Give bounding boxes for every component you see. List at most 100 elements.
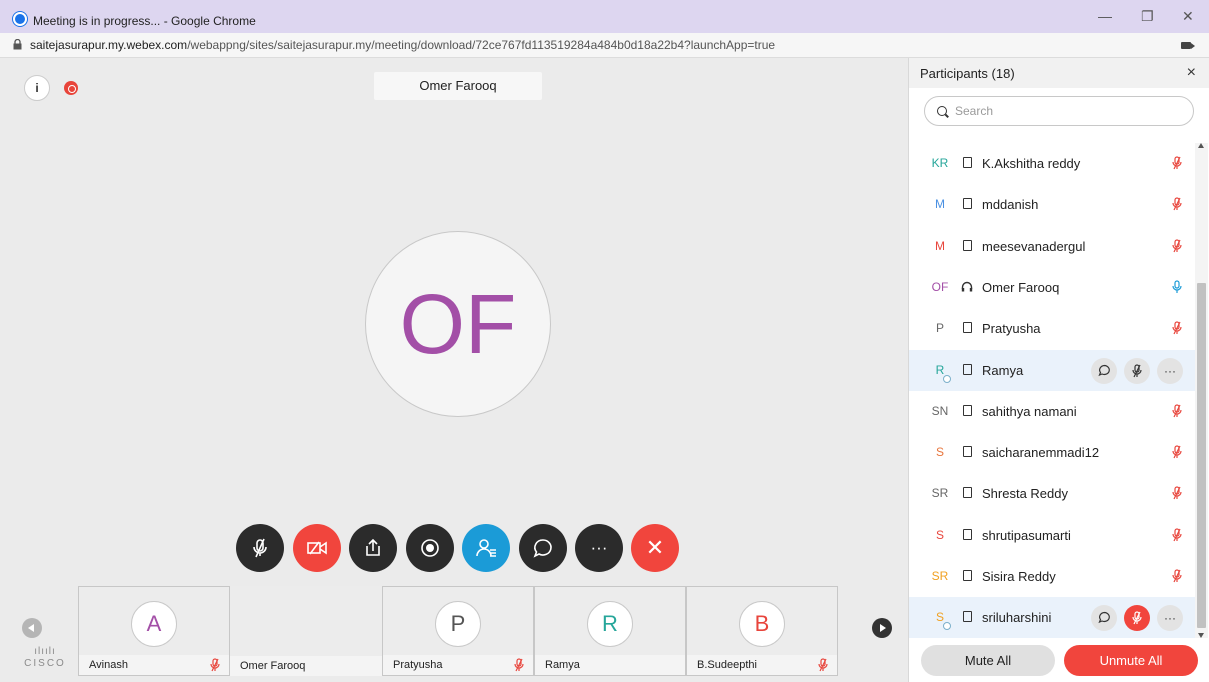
webex-meeting-window: Meeting is in progress... - Google Chrom… [0, 0, 1209, 682]
cisco-logo: ılıılı CISCO [20, 646, 70, 670]
participant-thumbnail[interactable]: P Pratyusha [382, 586, 534, 676]
microphone-muted-icon [1172, 404, 1182, 418]
participant-row[interactable]: Mmeesevanadergul [909, 226, 1195, 267]
microphone-muted-icon [818, 658, 828, 672]
participant-avatar: OF [931, 279, 949, 294]
participant-avatar: KR [931, 156, 949, 170]
participant-row[interactable]: P Pratyusha [909, 308, 1195, 349]
scroll-down-arrow-icon[interactable] [1198, 633, 1204, 638]
phone-device-icon [963, 446, 972, 458]
lock-icon [13, 39, 22, 50]
meeting-stage: i Omer Farooq OF ··· ✕ ılıılı CISCO A Av… [8, 58, 908, 682]
participants-button[interactable] [462, 524, 510, 572]
unmute-all-button[interactable]: Unmute All [1064, 645, 1198, 676]
thumbnail-name: Pratyusha [383, 655, 533, 675]
microphone-muted-icon [1172, 486, 1182, 500]
microphone-muted-icon [1172, 321, 1182, 335]
more-options-button[interactable]: ··· [575, 524, 623, 572]
participants-title: Participants (18) [920, 66, 1015, 81]
recording-indicator-icon[interactable] [64, 81, 78, 95]
video-off-icon [307, 541, 327, 555]
microphone-muted-icon [514, 658, 524, 672]
record-button[interactable] [406, 524, 454, 572]
restore-button[interactable]: ❐ [1141, 8, 1154, 25]
microphone-muted-icon [1132, 611, 1142, 625]
thumbnails-next-button[interactable] [872, 618, 892, 638]
active-speaker-label: Omer Farooq [374, 72, 542, 100]
participant-row[interactable]: KR K.Akshitha reddy [909, 143, 1195, 184]
participant-thumbnail[interactable]: R Ramya [534, 586, 686, 676]
info-button[interactable]: i [24, 75, 50, 101]
participant-thumbnail[interactable]: B B.Sudeepthi [686, 586, 838, 676]
phone-device-icon [963, 570, 972, 581]
url-text[interactable]: saitejasurapur.my.webex.com/webappng/sit… [30, 38, 775, 52]
close-window-button[interactable]: ✕ [1182, 8, 1194, 25]
participant-more-button[interactable]: ··· [1157, 605, 1183, 632]
participant-row[interactable]: SN sahithya namani [909, 391, 1195, 432]
thumbnails-prev-button[interactable] [22, 618, 42, 638]
thumbnail-name: Omer Farooq [230, 656, 382, 676]
microphone-muted-icon [210, 658, 220, 672]
thumbnail-name: Ramya [535, 655, 685, 675]
participants-panel: Participants (18) × KR K.Akshitha reddy Mm… [908, 58, 1209, 682]
participant-avatar: P [935, 321, 944, 336]
url-host: saitejasurapur.my.webex.com [30, 38, 188, 52]
share-content-button[interactable] [349, 524, 397, 572]
url-path: /webappng/sites/saitejasurapur.my/meetin… [187, 38, 776, 52]
mute-button[interactable] [236, 524, 284, 572]
participant-search[interactable] [924, 96, 1194, 126]
participant-avatar: S [935, 445, 944, 460]
microphone-muted-icon [1172, 569, 1182, 583]
start-video-button[interactable] [293, 524, 341, 572]
thumbnail-name: B.Sudeepthi [687, 655, 837, 675]
chrome-webex-icon [13, 12, 27, 26]
participant-row[interactable]: SR Sisira Reddy [909, 556, 1195, 597]
participant-thumbnail[interactable]: A Avinash [78, 586, 230, 676]
chat-bubble-icon [1098, 612, 1110, 624]
window-title: Meeting is in progress... - Google Chrom… [33, 14, 256, 28]
share-icon [366, 538, 380, 556]
leave-meeting-button[interactable]: ✕ [631, 524, 679, 572]
participant-row[interactable]: Ssriluharshini ··· [909, 597, 1195, 638]
participant-row[interactable]: Ssaicharanemmadi12 [909, 432, 1195, 473]
mute-participant-button[interactable] [1124, 605, 1150, 632]
scroll-thumb[interactable] [1197, 283, 1206, 628]
search-input[interactable] [955, 102, 1175, 120]
participant-row[interactable]: Sshrutipasumarti [909, 515, 1195, 556]
participant-avatar: SR [931, 569, 949, 583]
chat-with-participant-button[interactable] [1091, 605, 1117, 632]
phone-device-icon [963, 363, 972, 375]
participants-panel-header: Participants (18) × [909, 58, 1209, 88]
close-panel-button[interactable]: × [1187, 64, 1196, 82]
mute-all-button[interactable]: Mute All [921, 645, 1055, 676]
participant-row[interactable]: R Ramya ··· [909, 349, 1195, 391]
microphone-muted-icon [1172, 197, 1182, 211]
microphone-muted-icon [1132, 363, 1142, 377]
microphone-muted-icon [1172, 528, 1182, 541]
chat-button[interactable] [519, 524, 567, 572]
record-icon [421, 539, 439, 557]
chat-with-participant-button[interactable] [1091, 357, 1117, 384]
headset-icon [961, 281, 973, 292]
participant-more-button[interactable]: ··· [1157, 357, 1183, 384]
participant-row[interactable]: OF Omer Farooq [909, 267, 1195, 308]
participant-row[interactable]: Mmddanish [909, 184, 1195, 225]
minimize-button[interactable]: — [1098, 8, 1112, 24]
participant-thumbnail[interactable]: Omer Farooq [230, 586, 382, 676]
thumbnail-name: Avinash [79, 655, 229, 675]
participant-name: shrutipasumarti [982, 527, 1071, 543]
camera-permission-icon[interactable] [1181, 42, 1195, 49]
microphone-muted-icon [253, 538, 267, 558]
scroll-up-arrow-icon[interactable] [1198, 143, 1204, 148]
participant-list-scrollbar[interactable] [1195, 143, 1208, 638]
address-bar[interactable]: saitejasurapur.my.webex.com/webappng/sit… [0, 33, 1209, 58]
participant-avatar: S [935, 527, 944, 542]
connecting-status-icon [943, 374, 951, 383]
chat-bubble-icon [533, 539, 552, 558]
participant-row[interactable]: SR Shresta Reddy [909, 473, 1195, 514]
thumbnail-avatar: B [739, 601, 785, 647]
connecting-status-icon [943, 622, 951, 631]
participant-name: sahithya namani [982, 403, 1077, 419]
mute-participant-button[interactable] [1124, 357, 1150, 384]
participant-name: Shresta Reddy [982, 486, 1068, 502]
